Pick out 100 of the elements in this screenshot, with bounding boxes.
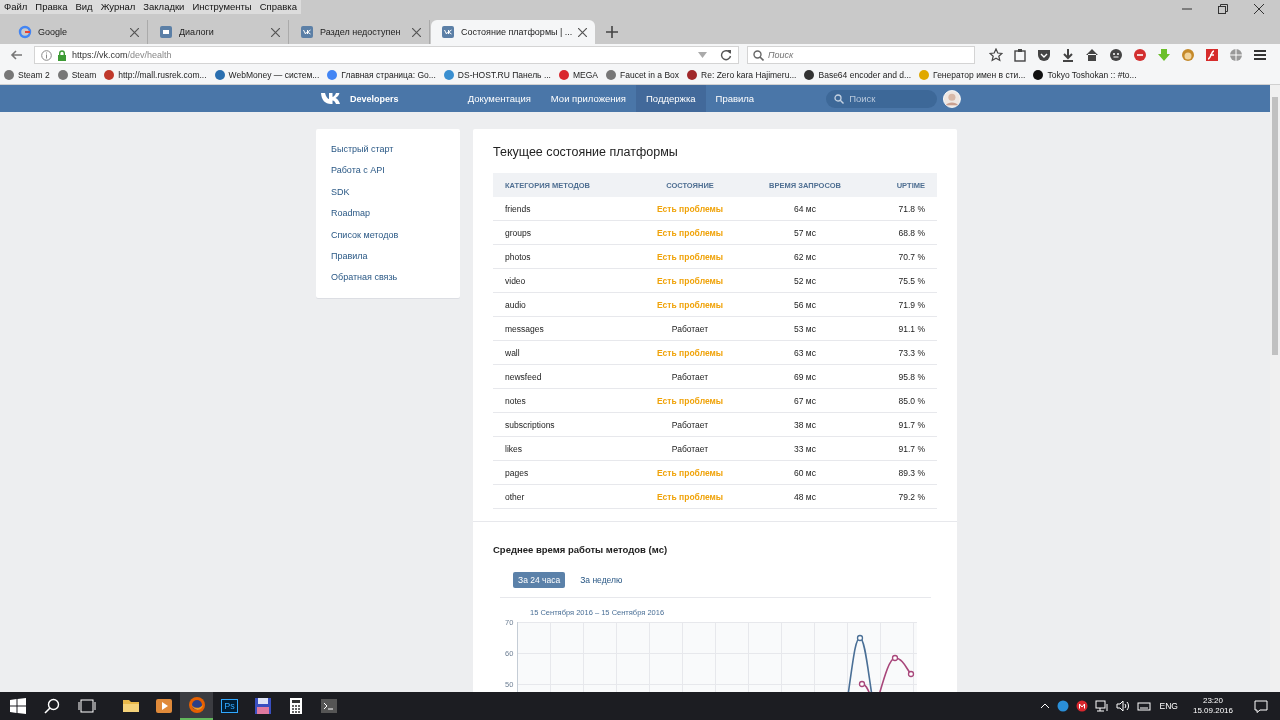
close-icon[interactable] [130, 27, 139, 37]
menu-item[interactable]: Инструменты [192, 1, 252, 12]
table-cell-text: groups [505, 227, 532, 238]
nav-link[interactable]: Правила [705, 85, 765, 112]
keyboard-icon[interactable] [1136, 700, 1151, 712]
language-indicator[interactable]: ENG [1159, 701, 1178, 711]
table-cell-text: 91.1 % [897, 323, 925, 334]
status-text: Работает [670, 323, 710, 334]
back-icon[interactable] [10, 48, 24, 62]
bookmark[interactable]: Re: Zero kara Hajimeru... [687, 70, 797, 80]
period-tab[interactable]: За неделю [575, 572, 628, 588]
clipboard-icon[interactable] [1013, 48, 1027, 62]
monkey-icon[interactable] [1181, 48, 1195, 62]
table-cell-text: subscriptions [505, 419, 556, 430]
table-cell-text: 75.5 % [897, 275, 925, 286]
status-text: Есть проблемы [655, 251, 725, 262]
clock-time[interactable]: 23:20 [1202, 696, 1223, 706]
table-cell-text: 63 мс [793, 347, 817, 358]
plus-icon[interactable] [606, 26, 619, 38]
search-field[interactable]: Поиск [768, 50, 948, 60]
status-text: Работает [670, 419, 710, 430]
menu-icon[interactable] [1253, 48, 1267, 62]
globe-icon[interactable] [1229, 48, 1243, 62]
address-field[interactable]: https://vk.com/dev/health [34, 46, 739, 64]
bookmark[interactable]: http://mall.rusrek.com... [104, 70, 207, 80]
menu-item[interactable]: Закладки [143, 1, 185, 12]
close-icon[interactable] [1254, 4, 1264, 14]
restore-icon[interactable] [1218, 4, 1228, 14]
search-icon[interactable] [44, 698, 60, 714]
period-tab[interactable]: За 24 часа [513, 572, 566, 588]
close-icon[interactable] [271, 27, 280, 37]
reload-icon[interactable] [720, 49, 732, 61]
menu-item[interactable]: Правка [35, 1, 68, 12]
task-view-icon[interactable] [78, 699, 96, 713]
avatar-icon[interactable] [943, 88, 961, 109]
sidebar-link[interactable]: Список методов [331, 228, 399, 243]
bookmark[interactable]: WebMoney — систем... [214, 70, 320, 80]
table-cell-text: 91.7 % [897, 419, 925, 430]
menu-item[interactable]: Файл [4, 1, 28, 12]
nav-link[interactable]: Поддержка [636, 85, 706, 112]
firefox-icon[interactable] [187, 696, 206, 714]
vk-logo-icon[interactable] [321, 92, 343, 105]
bookmark[interactable]: MEGA [558, 70, 598, 80]
search-bar[interactable]: Поиск [826, 89, 938, 108]
smiley-icon[interactable] [1109, 48, 1123, 62]
terminal-icon[interactable] [319, 697, 338, 715]
search-field[interactable]: Поиск [849, 93, 930, 104]
table-cell-text: likes [505, 443, 523, 454]
menu-item[interactable]: Справка [259, 1, 297, 12]
sidebar-link[interactable]: Обратная связь [331, 271, 398, 285]
pocket-icon[interactable] [1037, 48, 1051, 62]
mega-icon[interactable] [1075, 700, 1088, 712]
table-cell-text: 95.8 % [897, 371, 925, 382]
windows-logo-icon[interactable] [10, 698, 26, 714]
sidebar-link[interactable]: Roadmap [331, 207, 371, 221]
bookmark[interactable]: Главная страница: Go... [327, 70, 436, 80]
close-icon[interactable] [412, 27, 421, 37]
sidebar-link[interactable]: Быстрый старт [331, 143, 394, 157]
search-bar[interactable]: Поиск [747, 46, 975, 64]
bookmark[interactable]: Tokyo Toshokan :: #to... [1033, 70, 1137, 80]
menu-item[interactable]: Журнал [100, 1, 136, 12]
nav-link[interactable]: Документация [457, 85, 541, 112]
chevron-up-icon[interactable] [1039, 703, 1050, 709]
star-icon[interactable] [989, 48, 1003, 62]
folder-icon[interactable] [121, 697, 140, 715]
sidebar-link[interactable]: Работа с API [331, 164, 385, 178]
browser-tab[interactable]: Состояние платформы | ... [431, 20, 596, 44]
bookmark[interactable]: Генератор имен в сти... [919, 70, 1026, 80]
flash-icon[interactable] [1205, 48, 1219, 62]
stop-sign-icon[interactable] [1133, 48, 1147, 62]
bookmark[interactable]: Steam [57, 70, 97, 80]
network-icon[interactable] [1094, 700, 1109, 712]
table-cell-text: 89.3 % [897, 467, 925, 478]
sidebar-link[interactable]: Правила [331, 250, 368, 264]
table-cell-text: 33 мс [793, 443, 817, 454]
data-point [857, 634, 864, 642]
status-text: Работает [670, 443, 710, 454]
table-cell-text: 70.7 % [897, 251, 925, 262]
photoshop-icon[interactable]: Ps [221, 699, 238, 713]
download-icon[interactable] [1061, 48, 1075, 62]
section-heading: Среднее время работы методов (мс) [493, 544, 669, 555]
speaker-icon[interactable] [1115, 700, 1130, 712]
close-icon[interactable] [578, 27, 588, 37]
sidebar-link[interactable]: SDK [331, 185, 350, 200]
status-text: Есть проблемы [655, 227, 725, 238]
home-icon[interactable] [1085, 48, 1099, 62]
bookmark[interactable]: DS-HOST.RU Панель ... [443, 70, 551, 80]
bookmark[interactable]: Base64 encoder and d... [804, 70, 912, 80]
bookmark[interactable]: Steam 2 [4, 70, 50, 80]
logo-text[interactable]: Developers [350, 93, 399, 104]
clock-date[interactable]: 15.09.2016 [1192, 706, 1233, 716]
notification-icon[interactable] [1254, 699, 1268, 713]
table-cell-text: 53 мс [793, 323, 817, 334]
nav-link[interactable]: Мои приложения [540, 85, 636, 112]
app-tray-icon[interactable] [1056, 700, 1069, 712]
search-icon [834, 93, 845, 104]
media-player-icon[interactable] [154, 697, 173, 715]
status-text: Есть проблемы [655, 299, 725, 310]
menu-item[interactable]: Вид [75, 1, 93, 12]
bookmark[interactable]: Faucet in a Box [606, 70, 680, 80]
